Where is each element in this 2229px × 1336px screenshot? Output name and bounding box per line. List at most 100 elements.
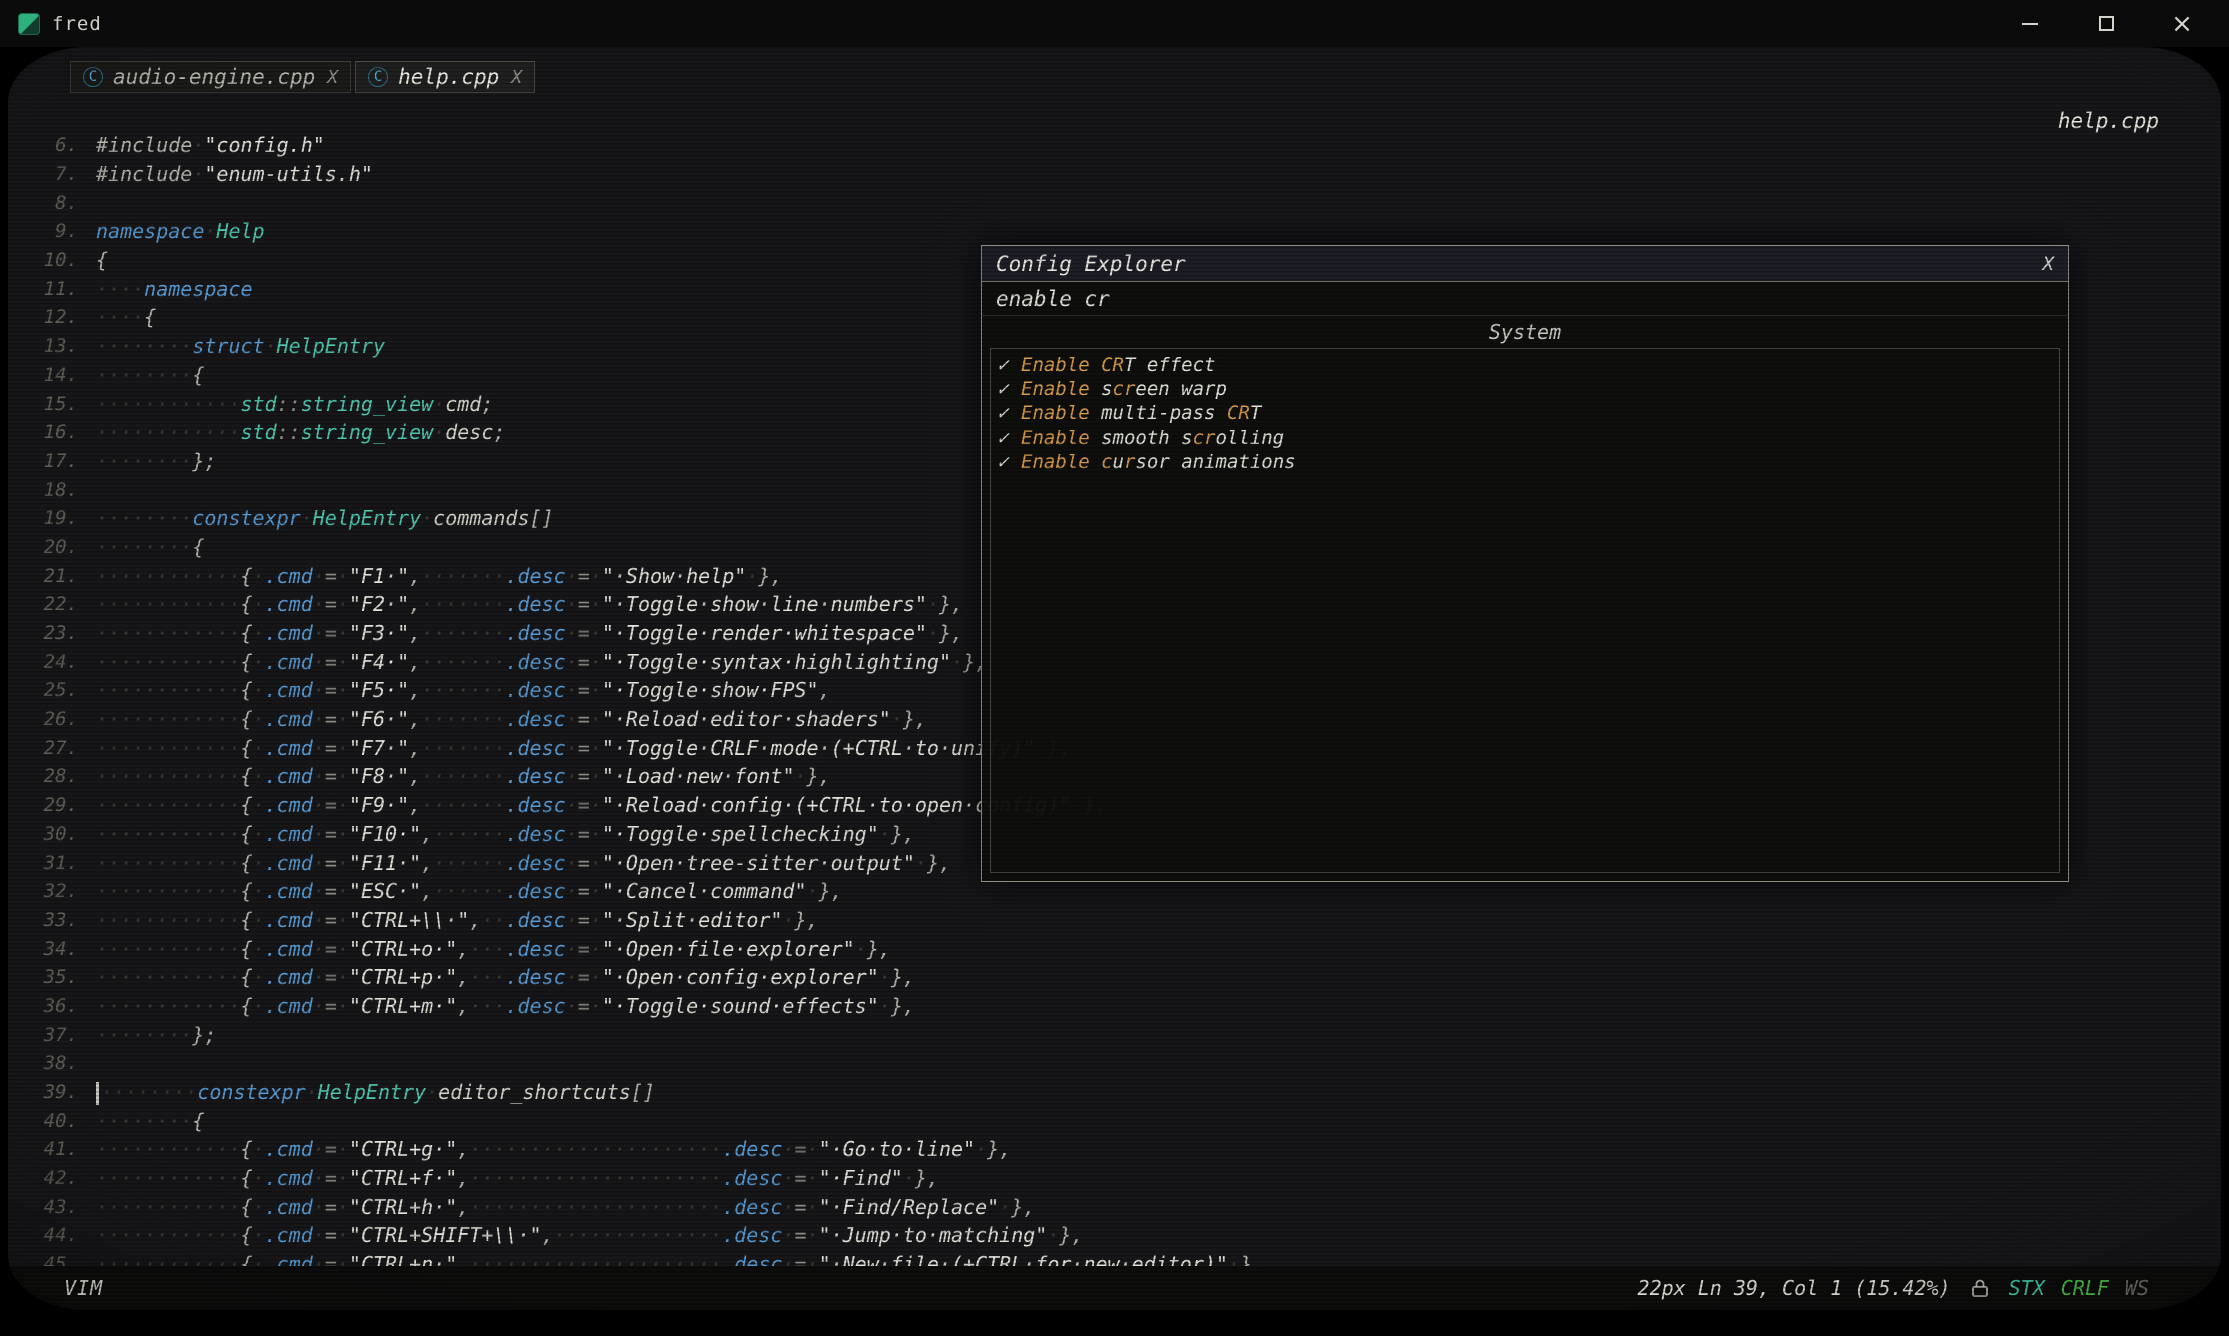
code-token: = [325,1223,337,1247]
code-token: .desc [505,707,565,731]
code-token: · [337,1223,349,1247]
code-line[interactable]: 9.namespace·Help [34,217,2221,246]
code-line[interactable]: 43.············{·.cmd·=·"CTRL+h·",······… [34,1192,2221,1221]
code-token: · [337,937,349,961]
code-token: :: [277,392,301,416]
code-line[interactable]: 37.········}; [34,1020,2221,1049]
config-search-input[interactable]: enable cr [982,282,2068,316]
status-flag-crlf[interactable]: CRLF [2061,1276,2109,1300]
line-number: 36. [34,995,96,1017]
code-token: · [566,764,578,788]
maximize-button[interactable] [2091,9,2121,39]
config-search-query: enable cr [996,287,1110,311]
line-number: 28. [34,765,96,787]
code-token: .desc [722,1223,782,1247]
code-token: · [879,965,891,989]
code-token: · [313,822,325,846]
code-token: · [566,851,578,875]
code-token: ············ [96,564,241,588]
checkbox-checked-icon[interactable]: ✓ [997,402,1021,424]
code-line[interactable]: 34.············{·.cmd·=·"CTRL+o·",···.de… [34,934,2221,963]
code-token: .desc [722,1137,782,1161]
checkbox-checked-icon[interactable]: ✓ [997,354,1021,376]
code-line[interactable]: 33.············{·.cmd·=·"CTRL+\\·",··.de… [34,906,2221,935]
code-line[interactable]: 8. [34,188,2221,217]
code-token: · [590,564,602,588]
code-token: , [457,1166,469,1190]
code-text: ············{·.cmd·=·"CTRL+g·",·········… [96,1137,1011,1161]
code-token: .desc [505,851,565,875]
code-token: = [325,908,337,932]
config-entry[interactable]: ✓Enable multi-pass CRT [997,401,2053,425]
code-token: , [409,592,421,616]
code-token: "·Toggle·syntax·highlighting" [602,650,951,674]
code-line[interactable]: 40.········{ [34,1106,2221,1135]
tab-audio-engine[interactable]: audio-engine.cpp X [70,61,351,93]
code-token: }, [819,879,843,903]
code-token: · [421,506,433,530]
match-highlight: cr [1113,378,1136,400]
code-token: "F7·" [349,736,409,760]
code-text: ············std::string_view·desc; [96,420,505,444]
code-line[interactable]: 42.············{·.cmd·=·"CTRL+f·",······… [34,1164,2221,1193]
status-flag-stx[interactable]: STX [2009,1276,2045,1300]
popup-close-button[interactable]: X [2043,253,2054,275]
checkbox-checked-icon[interactable]: ✓ [997,451,1021,473]
code-line[interactable]: 38. [34,1049,2221,1078]
code-line[interactable]: 6.#include·"config.h" [34,131,2221,160]
code-line[interactable]: 35.············{·.cmd·=·"CTRL+p·",···.de… [34,963,2221,992]
minimize-button[interactable] [2015,9,2045,39]
code-token: ············ [96,965,241,989]
code-line[interactable]: 36.············{·.cmd·=·"CTRL+m·",···.de… [34,992,2221,1021]
code-token: · [807,879,819,903]
match-highlight: c [1101,451,1112,473]
code-token: · [253,621,265,645]
checkbox-checked-icon[interactable]: ✓ [997,427,1021,449]
code-token: · [590,908,602,932]
entry-text: olling [1215,427,1284,449]
code-token: ······· [421,707,505,731]
code-token: · [313,650,325,674]
code-token: = [794,1137,806,1161]
code-token: "·Load·new·font" [602,764,795,788]
config-section-header: System [982,318,2068,346]
tab-close-icon[interactable]: X [511,67,522,88]
status-flag-ws[interactable]: WS [2125,1276,2149,1300]
code-token: · [253,851,265,875]
code-token: = [325,851,337,875]
code-token: · [879,994,891,1018]
code-token: ············ [96,879,241,903]
code-token: .cmd [265,678,313,702]
code-token: "·Open·config·explorer" [602,965,879,989]
config-entry[interactable]: ✓Enable screen warp [997,377,2053,401]
code-token: "ESC·" [349,879,421,903]
status-flags: STX CRLF WS [2009,1276,2149,1300]
code-token: · [253,965,265,989]
code-token: .cmd [265,851,313,875]
config-entry[interactable]: ✓Enable CRT effect [997,353,2053,377]
code-line[interactable]: 39.········constexpr·HelpEntry·editor_sh… [34,1078,2221,1107]
code-token: ············ [96,1166,241,1190]
line-number: 12. [34,306,96,328]
checkbox-checked-icon[interactable]: ✓ [997,378,1021,400]
code-token: { [241,678,253,702]
tab-close-icon[interactable]: X [327,67,338,88]
code-token: { [192,363,204,387]
code-token: , [469,908,481,932]
tab-help[interactable]: help.cpp X [355,61,535,93]
entry-text: een warp [1135,378,1227,400]
code-token: ············ [96,822,241,846]
code-text: ············{·.cmd·=·"F11·",······.desc·… [96,851,951,875]
code-line[interactable]: 45.············{·.cmd·=·"CTRL+n·",······… [34,1250,2221,1266]
code-line[interactable]: 7.#include·"enum-utils.h" [34,160,2221,189]
code-line[interactable]: 44.············{·.cmd·=·"CTRL+SHIFT+\\·"… [34,1221,2221,1250]
code-line[interactable]: 41.············{·.cmd·=·"CTRL+g·",······… [34,1135,2221,1164]
code-token: · [253,564,265,588]
code-token: · [590,621,602,645]
code-token: · [313,1252,325,1266]
close-button[interactable] [2167,9,2197,39]
popup-title: Config Explorer [996,252,1186,276]
config-entry[interactable]: ✓Enable cursor animations [997,450,2053,474]
config-entry[interactable]: ✓Enable smooth scrolling [997,426,2053,450]
code-text: ····namespace [96,277,253,301]
